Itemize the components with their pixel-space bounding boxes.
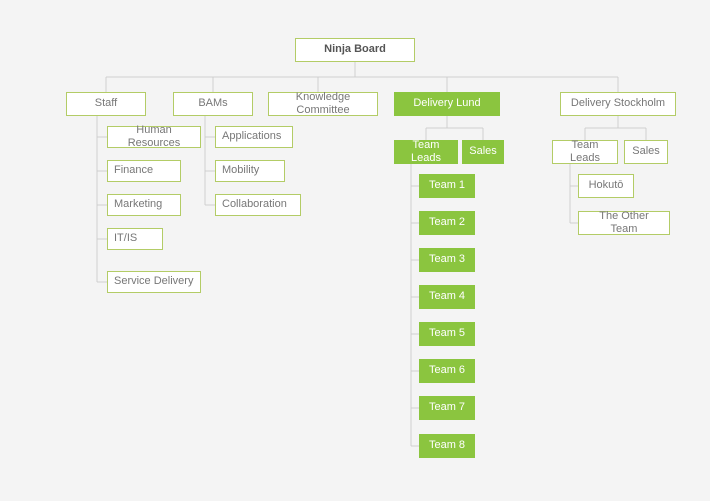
node-sthlm-team-leads[interactable]: Team Leads bbox=[552, 140, 618, 164]
node-staff[interactable]: Staff bbox=[66, 92, 146, 116]
node-team-2[interactable]: Team 2 bbox=[419, 211, 475, 235]
node-delivery-lund[interactable]: Delivery Lund bbox=[394, 92, 500, 116]
org-chart: { "root": "Ninja Board", "level1": { "st… bbox=[0, 0, 710, 501]
node-the-other-team[interactable]: The Other Team bbox=[578, 211, 670, 235]
node-finance[interactable]: Finance bbox=[107, 160, 181, 182]
node-ninja-board[interactable]: Ninja Board bbox=[295, 38, 415, 62]
node-team-7[interactable]: Team 7 bbox=[419, 396, 475, 420]
node-marketing[interactable]: Marketing bbox=[107, 194, 181, 216]
node-hokuto[interactable]: Hokutō bbox=[578, 174, 634, 198]
node-team-4[interactable]: Team 4 bbox=[419, 285, 475, 309]
node-lund-team-leads[interactable]: Team Leads bbox=[394, 140, 458, 164]
node-service-delivery[interactable]: Service Delivery bbox=[107, 271, 201, 293]
node-lund-sales[interactable]: Sales bbox=[462, 140, 504, 164]
node-sthlm-sales[interactable]: Sales bbox=[624, 140, 668, 164]
node-team-6[interactable]: Team 6 bbox=[419, 359, 475, 383]
node-knowledge-committee[interactable]: Knowledge Committee bbox=[268, 92, 378, 116]
node-collaboration[interactable]: Collaboration bbox=[215, 194, 301, 216]
node-human-resources[interactable]: Human Resources bbox=[107, 126, 201, 148]
node-it-is[interactable]: IT/IS bbox=[107, 228, 163, 250]
node-mobility[interactable]: Mobility bbox=[215, 160, 285, 182]
connectors bbox=[0, 0, 710, 501]
node-delivery-stockholm[interactable]: Delivery Stockholm bbox=[560, 92, 676, 116]
node-team-3[interactable]: Team 3 bbox=[419, 248, 475, 272]
node-team-8[interactable]: Team 8 bbox=[419, 434, 475, 458]
node-team-1[interactable]: Team 1 bbox=[419, 174, 475, 198]
node-bams[interactable]: BAMs bbox=[173, 92, 253, 116]
node-applications[interactable]: Applications bbox=[215, 126, 293, 148]
node-team-5[interactable]: Team 5 bbox=[419, 322, 475, 346]
